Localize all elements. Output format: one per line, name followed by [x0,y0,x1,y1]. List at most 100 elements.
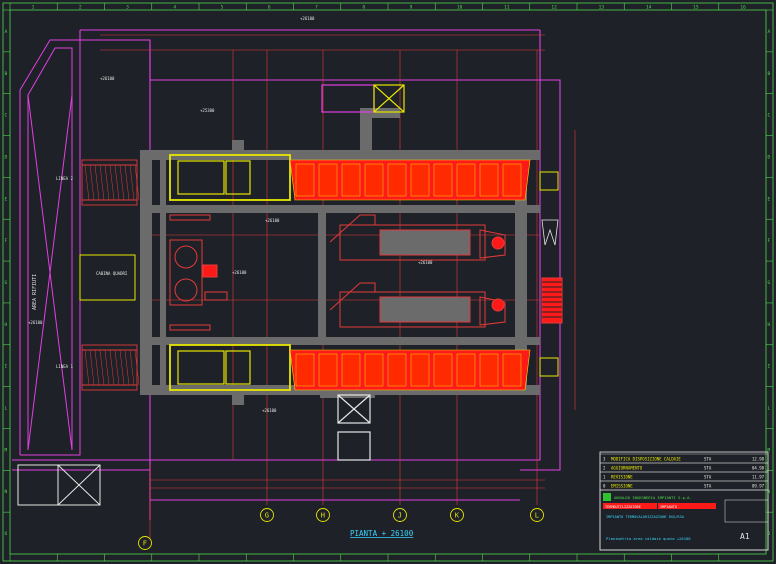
hatch-line [119,164,125,201]
boiler-cell [410,163,430,197]
left-access-ramp [19,39,81,456]
border-row-label: I [5,364,8,370]
border-row-label: A [768,29,771,35]
border-row-label: L [5,406,8,412]
title-block: 3 MODIFICA DISPOSIZIONE CALDAIE STA 12.982 A… [599,451,769,551]
bottom-left-rooms [17,464,101,506]
boiler-cell [364,163,384,197]
lower-boiler [169,344,531,391]
middle-cabin [79,254,136,301]
boiler-cell [433,353,453,387]
border-row-label: E [5,196,8,202]
hatch-line [109,164,115,201]
axis-bubble-label: J [398,512,402,520]
border-row-label: D [5,154,8,160]
border-row-label: L [768,406,771,412]
border-row-label: M [5,447,8,453]
hatch-line [119,349,125,386]
title-company: ANSALDO INGEGNERIA IMPIANTI S.p.A. [614,495,692,500]
boiler-cell [341,353,361,387]
boiler-cell [456,163,476,197]
border-row-label: D [768,154,771,160]
revision-date: 09.97 [752,484,765,489]
border-row-label: G [768,280,771,286]
title-project: IMPIANTO TERMOVALORIZZAZIONE RSU/RSA [606,515,685,519]
axis-bubble-label: L [535,512,539,520]
hatch-line [124,164,130,201]
revision-by: STA [704,484,712,489]
label-elev-7: +26100 [300,16,315,21]
boiler-cell [295,353,315,387]
hatch-line [129,164,135,201]
revision-by: STA [704,466,712,471]
hatch-line [99,349,105,386]
sheet-outer-border [2,2,774,562]
border-row-label: C [5,113,8,119]
border-row-label: G [5,280,8,286]
revision-date: 11.97 [752,475,765,480]
hatch-line [114,349,120,386]
revision-no: 3 [603,457,606,462]
grid-lines [100,34,576,540]
boiler-cell [502,163,522,197]
cad-drawing-canvas: 1 2 3 4 5 6 7 8 9 10 11 12 13 14 15 16 A AB BC CD DE EF FG GH H… [2,2,774,562]
boiler-cell [387,163,407,197]
border-col-label: 15 [693,5,699,11]
revision-date: 04.98 [752,466,765,471]
label-elev-1: +25300 [200,108,215,113]
label-elev-5: +26100 [262,408,277,413]
border-row-label: H [768,322,771,328]
hatch-line [109,349,115,386]
border-col-label: 1 [32,5,35,11]
revision-by: STA [704,457,712,462]
revision-no: 2 [603,466,606,471]
grid-axis-bubbles: F G H J K L [138,508,544,550]
border-col-label: 9 [410,5,413,11]
revision-date: 12.98 [752,457,765,462]
label-elev-6: +26100 [28,320,43,325]
label-elev-4: +26100 [418,260,433,265]
border-col-label: 16 [740,5,746,11]
boiler-cell [295,163,315,197]
border-col-label: 12 [551,5,557,11]
border-col-label: 4 [173,5,176,11]
hatch-line [84,164,90,201]
axis-bubble-label: H [321,512,325,520]
hatch-line [104,164,110,201]
border-row-label: B [5,71,8,77]
label-lower-unit: LINEA 1 [56,364,73,369]
revision-desc: AGGIORNAMENTO [611,466,643,471]
boiler-cell [341,163,361,197]
hatch-line [124,349,130,386]
border-col-label: 2 [79,5,82,11]
center-ducts [329,214,506,328]
hatch-line [89,164,95,201]
upper-boiler [169,154,531,201]
border-row-label: A [5,29,8,35]
hatch-line [94,349,100,386]
sheet-inner-border [9,9,767,555]
title-subtitle: Planimetria area caldaie quota +26100 [606,536,691,541]
label-elev-2: +26100 [265,218,280,223]
hatch-line [99,164,105,201]
hatch-line [114,164,120,201]
label-middle-box: CABINA QUADRI [96,271,128,276]
border-col-label: 3 [126,5,129,11]
border-col-label: 8 [362,5,365,11]
border-row-label: H [5,322,8,328]
right-equipment [539,171,563,377]
building-outline [12,29,561,520]
boiler-cell [410,353,430,387]
boiler-cell [456,353,476,387]
boiler-cell [387,353,407,387]
border-col-label: 6 [268,5,271,11]
hatch-line [104,349,110,386]
plan-title: PIANTA + 26100 [350,529,414,538]
revision-no: 1 [603,475,606,480]
label-top-tag: +26100 [100,76,115,81]
label-side-area: AREA RIFIUTI [32,274,38,310]
boiler-cell [364,353,384,387]
title-client-right: IMPIANTO [660,505,677,509]
revision-desc: REVISIONE [611,475,633,480]
border-column-marks: 1 2 3 4 5 6 7 8 9 10 11 12 13 14 15 16 [9,3,746,561]
